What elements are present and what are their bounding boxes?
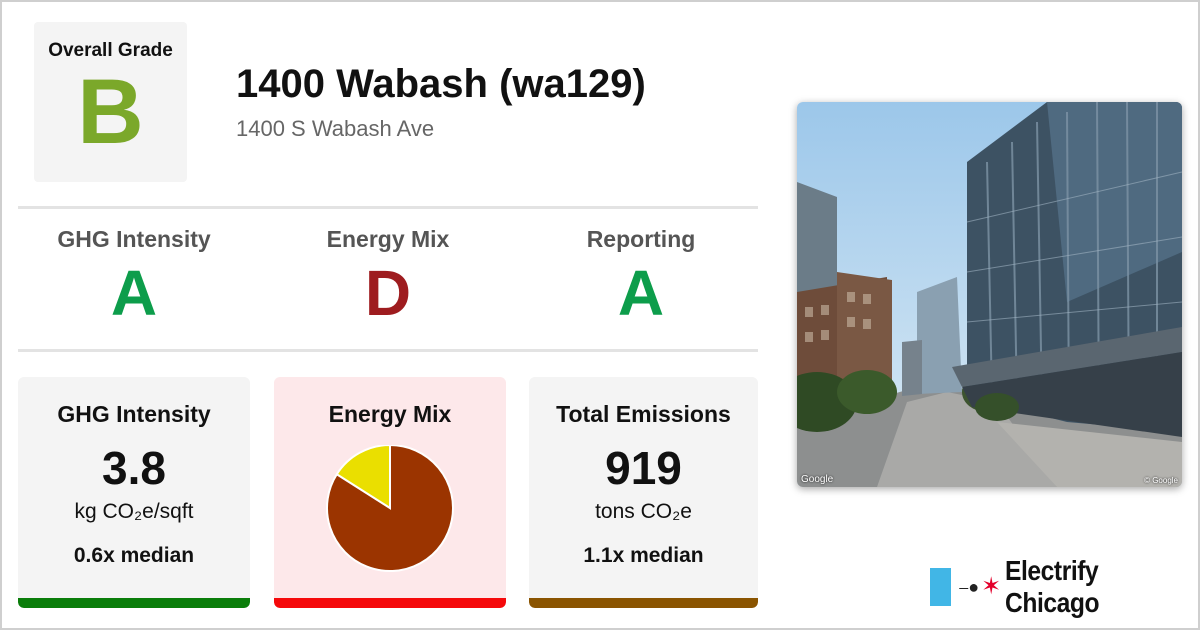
card-median: 1.1x median: [583, 544, 704, 567]
subgrade-reporting: Reporting A: [521, 226, 761, 325]
card-total-emissions: Total Emissions 919 tons CO₂e 1.1x media…: [529, 377, 758, 608]
card-accent-bar: [18, 598, 250, 608]
divider: [18, 349, 758, 352]
card-accent-bar: [274, 598, 506, 608]
card-energy-mix: Energy Mix: [274, 377, 506, 608]
flag-icon: [930, 568, 952, 606]
divider: [18, 206, 758, 209]
card-median: 0.6x median: [73, 544, 195, 567]
star-icon: ✶: [981, 573, 1002, 600]
building-title: 1400 Wabash (wa129): [236, 62, 646, 106]
overall-grade-box: Overall Grade B: [34, 22, 187, 182]
subgrade-label: Energy Mix: [326, 226, 450, 252]
card-value: 3.8: [102, 442, 166, 494]
subgrade-energy-mix: Energy Mix D: [268, 226, 508, 325]
building-street-view-photo: Google © Google: [797, 102, 1182, 487]
subgrade-ghg-intensity: GHG Intensity A: [14, 226, 254, 325]
card-title: GHG Intensity: [57, 401, 211, 427]
subgrade-letter: A: [617, 257, 665, 329]
overall-grade-label: Overall Grade: [48, 40, 173, 61]
card-title: Energy Mix: [328, 401, 452, 427]
card-unit: tons CO₂e: [595, 500, 692, 523]
brand-name: Electrify Chicago: [1005, 555, 1100, 618]
energy-mix-pie-chart: [326, 445, 454, 572]
card-value: 919: [605, 442, 682, 494]
subgrade-label: GHG Intensity: [57, 226, 211, 252]
card-ghg-intensity: GHG Intensity 3.8 kg CO₂e/sqft 0.6x medi…: [18, 377, 250, 608]
subgrade-letter: D: [364, 257, 412, 329]
building-address: 1400 S Wabash Ave: [236, 116, 435, 141]
card-title: Total Emissions: [556, 401, 731, 427]
overall-grade-letter: B: [77, 61, 144, 163]
google-attribution: Google: [801, 474, 834, 485]
card-unit: kg CO₂e/sqft: [74, 500, 194, 523]
card-accent-bar: [529, 598, 758, 608]
subgrade-label: Reporting: [586, 226, 696, 252]
google-copyright: © Google: [1144, 476, 1178, 485]
electrify-chicago-logo: ⎯● ✶ Electrify Chicago: [930, 555, 1200, 618]
building-photo-illustration: [797, 102, 1182, 487]
plug-icon: ⎯●: [959, 576, 980, 597]
subgrade-letter: A: [110, 257, 158, 329]
